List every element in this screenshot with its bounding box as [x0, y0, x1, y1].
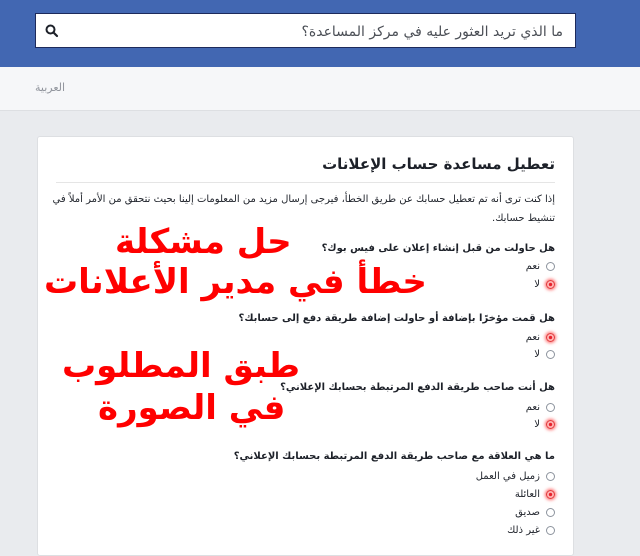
radio-button[interactable] [546, 350, 555, 359]
top-bar [0, 0, 640, 67]
radio-button-selected[interactable] [546, 490, 555, 499]
radio-button[interactable] [546, 472, 555, 481]
question-1: هل حاولت من قبل إنشاء إعلان على فيس بوك؟ [321, 243, 555, 254]
option-label: زميل في العمل [475, 471, 540, 482]
question-1-option-yes[interactable]: نعم [526, 261, 555, 272]
option-label: لا [534, 349, 540, 360]
question-4-option-coworker[interactable]: زميل في العمل [476, 471, 555, 482]
overlay-text-line-3: طبق المطلوب [62, 346, 301, 386]
option-label: صديق [515, 507, 540, 518]
radio-button[interactable] [546, 526, 555, 535]
language-bar: العربية [0, 67, 640, 111]
radio-button-selected[interactable] [546, 280, 555, 289]
option-label: نعم [525, 332, 540, 343]
option-label: نعم [525, 402, 540, 413]
question-3-option-yes[interactable]: نعم [526, 402, 555, 413]
radio-button-selected[interactable] [546, 333, 555, 342]
question-4-option-family[interactable]: العائلة [515, 489, 555, 500]
search-icon[interactable] [44, 23, 60, 39]
overlay-text-line-1: حل مشكلة [115, 222, 292, 262]
radio-button[interactable] [546, 403, 555, 412]
title-divider [56, 182, 555, 183]
option-label: نعم [525, 261, 540, 272]
overlay-text-line-2: خطأ في مدير الأعلانات [44, 262, 427, 302]
question-4-option-friend[interactable]: صديق [515, 507, 555, 518]
radio-button-selected[interactable] [546, 420, 555, 429]
question-1-option-no[interactable]: لا [534, 279, 555, 290]
form-title: تعطيل مساعدة حساب الإعلانات [322, 155, 555, 173]
radio-button[interactable] [546, 262, 555, 271]
question-3-option-no[interactable]: لا [534, 419, 555, 430]
option-label: لا [534, 279, 540, 290]
overlay-text-line-4: في الصورة [98, 388, 286, 428]
question-4: ما هي العلاقة مع صاحب طريقة الدفع المرتب… [233, 451, 555, 462]
question-4-option-other[interactable]: غير ذلك [507, 525, 555, 536]
option-label: غير ذلك [507, 525, 540, 536]
option-label: لا [534, 419, 540, 430]
question-2-option-yes[interactable]: نعم [526, 332, 555, 343]
question-2-option-no[interactable]: لا [534, 349, 555, 360]
search-input[interactable] [61, 14, 565, 49]
language-link[interactable]: العربية [35, 81, 65, 94]
search-box[interactable] [35, 13, 576, 49]
option-label: العائلة [514, 489, 540, 500]
radio-button[interactable] [546, 508, 555, 517]
question-3: هل أنت صاحب طريقة الدفع المرتبطة بحسابك … [280, 382, 555, 393]
question-2: هل قمت مؤخرًا بإضافة أو حاولت إضافة طريق… [238, 313, 555, 324]
